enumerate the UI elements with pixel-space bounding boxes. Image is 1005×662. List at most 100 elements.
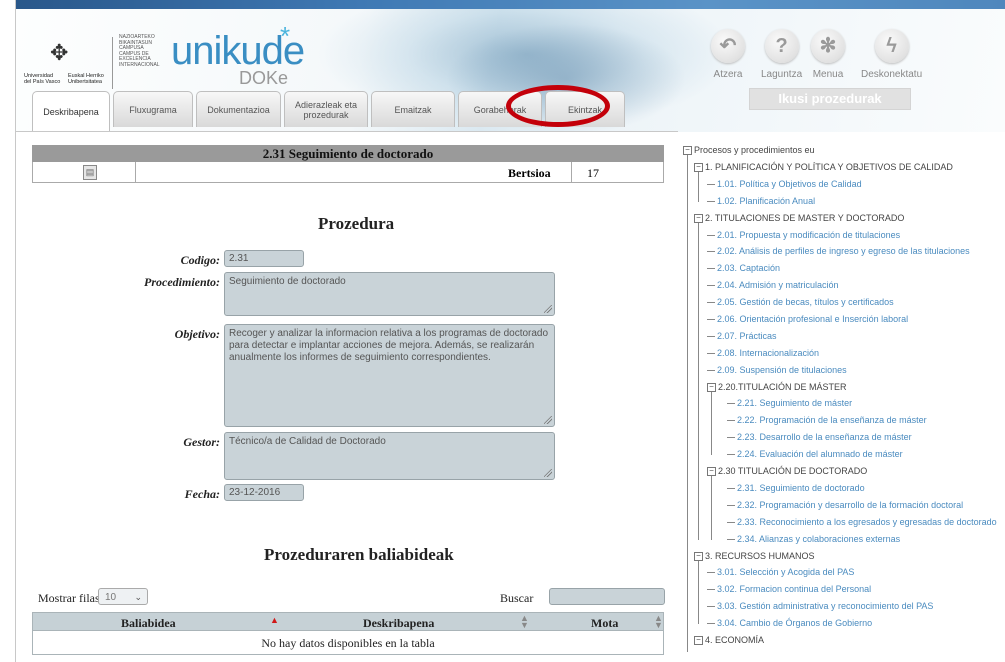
help-button[interactable]: ? Laguntza <box>761 29 802 80</box>
tree-item-link[interactable]: 1.02. Planificación Anual <box>707 196 815 207</box>
tree-group[interactable]: −1. PLANIFICACIÓN Y POLÍTICA Y OBJETIVOS… <box>694 162 953 173</box>
info-row-separator <box>135 162 136 182</box>
objetivo-field[interactable]: Recoger y analizar la informacion relati… <box>224 324 555 427</box>
collapse-toggle-icon[interactable]: − <box>707 383 716 393</box>
fecha-field[interactable]: 23-12-2016 <box>224 484 304 501</box>
codigo-field[interactable]: 2.31 <box>224 250 304 267</box>
tree-connector <box>727 420 735 422</box>
gestor-label: Gestor: <box>183 435 220 449</box>
tree-item-link[interactable]: 2.31. Seguimiento de doctorado <box>727 483 865 494</box>
tree-item-link[interactable]: 2.32. Programación y desarrollo de la fo… <box>727 500 963 511</box>
tree-item-label: 3.01. Selección y Acogida del PAS <box>717 567 855 577</box>
chevron-down-icon: ⌄ <box>134 592 142 602</box>
version-value: 17 <box>587 166 599 180</box>
tree-connector <box>707 184 715 186</box>
procedure-heading: Prozedura <box>318 214 395 233</box>
tree-item-link[interactable]: 2.03. Captación <box>707 263 780 274</box>
tree-item-link[interactable]: 2.21. Seguimiento de máster <box>727 398 852 409</box>
resources-table-header: Baliabidea ▲ Deskribapena ▲ ▼ Mota ▲ ▼ <box>32 612 664 631</box>
gestor-field[interactable]: Técnico/a de Calidad de Doctorado <box>224 432 555 480</box>
show-rows-label: Mostrar filas <box>38 591 100 605</box>
tree-group[interactable]: −2.30 TITULACIÓN DE DOCTORADO <box>707 466 867 477</box>
help-icon: ? <box>764 29 799 63</box>
tree-item-link[interactable]: 3.03. Gestión administrativa y reconocim… <box>707 601 933 612</box>
campus-excellence-text: NAZIOARTEKO BIKAINTASUN CAMPUSA CAMPUS DE EX… <box>119 34 160 68</box>
collapse-toggle-icon[interactable]: − <box>694 163 703 173</box>
tree-item-label: 2.23. Desarrollo de la enseñanza de mást… <box>737 432 912 442</box>
resize-handle-icon[interactable] <box>544 305 552 313</box>
tree-item-link[interactable]: 3.02. Formacion continua del Personal <box>707 584 871 595</box>
tree-item-link[interactable]: 2.24. Evaluación del alumnado de máster <box>727 449 903 460</box>
tree-connector <box>707 336 715 338</box>
column-header-deskribapena[interactable]: Deskribapena <box>363 616 434 631</box>
tab-deskribapena[interactable]: Deskribapena <box>32 91 110 132</box>
tree-group[interactable]: −2. TITULACIONES DE MASTER Y DOCTORADO <box>694 213 904 224</box>
disconnect-button[interactable]: ϟ Deskonektatu <box>861 29 922 80</box>
collapse-toggle-icon[interactable]: − <box>683 146 692 156</box>
document-icon[interactable]: ▤ <box>83 165 97 180</box>
tab-gorabeherak[interactable]: Gorabeherak <box>458 91 542 127</box>
procedure-info-row: ▤ Bertsioa 17 <box>32 162 664 183</box>
menu-button[interactable]: ✻ Menua <box>811 29 845 80</box>
back-button[interactable]: ↶ Atzera <box>711 29 745 80</box>
tree-connector <box>711 476 712 540</box>
tree-connector <box>707 353 715 355</box>
disconnect-icon: ϟ <box>874 29 909 63</box>
sort-both-icon[interactable]: ▲ ▼ <box>520 614 529 630</box>
resize-handle-icon[interactable] <box>544 469 552 477</box>
procedimiento-field[interactable]: Seguimiento de doctorado <box>224 272 555 316</box>
info-row-separator-2 <box>571 162 572 182</box>
tree-item-link[interactable]: 2.22. Programación de la enseñanza de má… <box>727 415 927 426</box>
tree-connector <box>727 488 735 490</box>
tree-item-link[interactable]: 2.05. Gestión de becas, títulos y certif… <box>707 297 894 308</box>
tree-item-link[interactable]: 3.04. Cambio de Órganos de Gobierno <box>707 618 872 629</box>
tree-group[interactable]: −3. RECURSOS HUMANOS <box>694 551 815 562</box>
tree-connector <box>707 623 715 625</box>
tab-ekintzak[interactable]: Ekintzak <box>545 91 625 127</box>
tree-item-label: 2.07. Prácticas <box>717 331 777 341</box>
tree-root[interactable]: − Procesos y procedimientos eu <box>683 145 815 156</box>
tree-item-label: 2.21. Seguimiento de máster <box>737 398 853 408</box>
tree-item-link[interactable]: 2.04. Admisión y matriculación <box>707 280 839 291</box>
tree-item-link[interactable]: 2.02. Análisis de perfiles de ingreso y … <box>707 246 970 257</box>
collapse-toggle-icon[interactable]: − <box>694 214 703 224</box>
tab-adierazleak[interactable]: Adierazleak eta prozedurak <box>284 91 368 127</box>
tree-item-link[interactable]: 2.09. Suspensión de titulaciones <box>707 365 847 376</box>
column-header-baliabidea[interactable]: Baliabidea <box>121 616 176 631</box>
tree-item-link[interactable]: 1.01. Política y Objetivos de Calidad <box>707 179 862 190</box>
sort-asc-icon[interactable]: ▲ <box>270 616 279 625</box>
collapse-toggle-icon[interactable]: − <box>694 552 703 562</box>
objetivo-label: Objetivo: <box>174 327 220 341</box>
tree-item-link[interactable]: 2.08. Internacionalización <box>707 348 819 359</box>
collapse-toggle-icon[interactable]: − <box>694 636 703 646</box>
tree-connector <box>707 370 715 372</box>
tree-connector <box>698 223 699 540</box>
view-procedures-button[interactable]: Ikusi prozedurak <box>749 88 911 110</box>
tree-item-link[interactable]: 2.34. Alianzas y colaboraciones externas <box>727 534 900 545</box>
tree-item-link[interactable]: 2.33. Reconocimiento a los egresados y e… <box>727 517 997 528</box>
tree-group[interactable]: −2.20.TITULACIÓN DE MÁSTER <box>707 382 847 393</box>
tree-item-label: 2.22. Programación de la enseñanza de má… <box>737 415 927 425</box>
tree-item-link[interactable]: 2.01. Propuesta y modificación de titula… <box>707 230 900 241</box>
procedimiento-value: Seguimiento de doctorado <box>229 276 346 287</box>
back-arrow-icon: ↶ <box>711 29 745 63</box>
show-rows-select[interactable]: 10 ⌄ <box>98 588 148 605</box>
tree-item-link[interactable]: 2.23. Desarrollo de la enseñanza de mást… <box>727 432 912 443</box>
fecha-label: Fecha: <box>184 487 220 501</box>
tree-item-link[interactable]: 3.01. Selección y Acogida del PAS <box>707 567 854 578</box>
tree-item-link[interactable]: 2.07. Prácticas <box>707 331 777 342</box>
disconnect-button-label: Deskonektatu <box>861 69 923 80</box>
collapse-toggle-icon[interactable]: − <box>707 467 716 477</box>
column-header-mota[interactable]: Mota <box>591 616 618 631</box>
sort-both-icon[interactable]: ▲ ▼ <box>654 614 663 630</box>
resize-handle-icon[interactable] <box>544 416 552 424</box>
tree-connector <box>727 522 735 524</box>
tab-emaitzak[interactable]: Emaitzak <box>371 91 455 127</box>
university-logo: ✥ Universidad del País Vasco Euskal Herri… <box>24 37 114 97</box>
tree-group[interactable]: −4. ECONOMÍA <box>694 635 764 646</box>
tree-item-link[interactable]: 2.06. Orientación profesional e Inserció… <box>707 314 908 325</box>
tab-fluxugrama[interactable]: Fluxugrama <box>113 91 193 127</box>
tree-item-label: 3.03. Gestión administrativa y reconocim… <box>717 601 934 611</box>
tab-dokumentazioa[interactable]: Dokumentazioa <box>196 91 281 127</box>
search-input[interactable] <box>549 588 665 605</box>
